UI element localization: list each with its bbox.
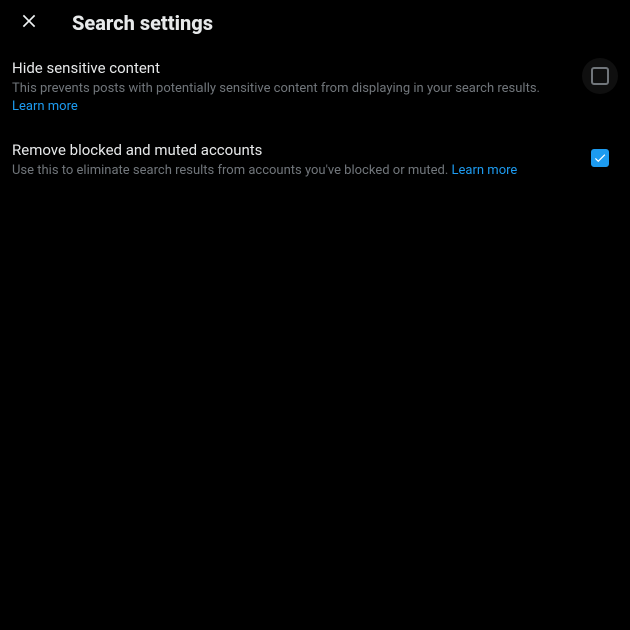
checkbox-remove-blocked[interactable] <box>582 140 618 176</box>
page-title: Search settings <box>72 11 213 35</box>
setting-title: Hide sensitive content <box>12 58 570 78</box>
learn-more-link[interactable]: Learn more <box>12 99 78 114</box>
setting-remove-blocked: Remove blocked and muted accounts Use th… <box>0 128 630 192</box>
setting-hide-sensitive: Hide sensitive content This prevents pos… <box>0 46 630 128</box>
checkbox-checked-icon <box>591 149 609 167</box>
setting-text: Remove blocked and muted accounts Use th… <box>12 140 582 180</box>
setting-description-text: Use this to eliminate search results fro… <box>12 163 448 178</box>
checkbox-unchecked-icon <box>591 67 609 85</box>
settings-list: Hide sensitive content This prevents pos… <box>0 46 630 192</box>
setting-title: Remove blocked and muted accounts <box>12 140 570 160</box>
close-button[interactable] <box>12 6 46 40</box>
modal-header: Search settings <box>0 0 630 46</box>
checkbox-hide-sensitive[interactable] <box>582 58 618 94</box>
setting-description: Use this to eliminate search results fro… <box>12 162 570 180</box>
close-icon <box>19 11 39 35</box>
setting-description: This prevents posts with potentially sen… <box>12 80 570 116</box>
setting-text: Hide sensitive content This prevents pos… <box>12 58 582 116</box>
learn-more-link[interactable]: Learn more <box>452 163 518 178</box>
setting-description-text: This prevents posts with potentially sen… <box>12 81 540 96</box>
